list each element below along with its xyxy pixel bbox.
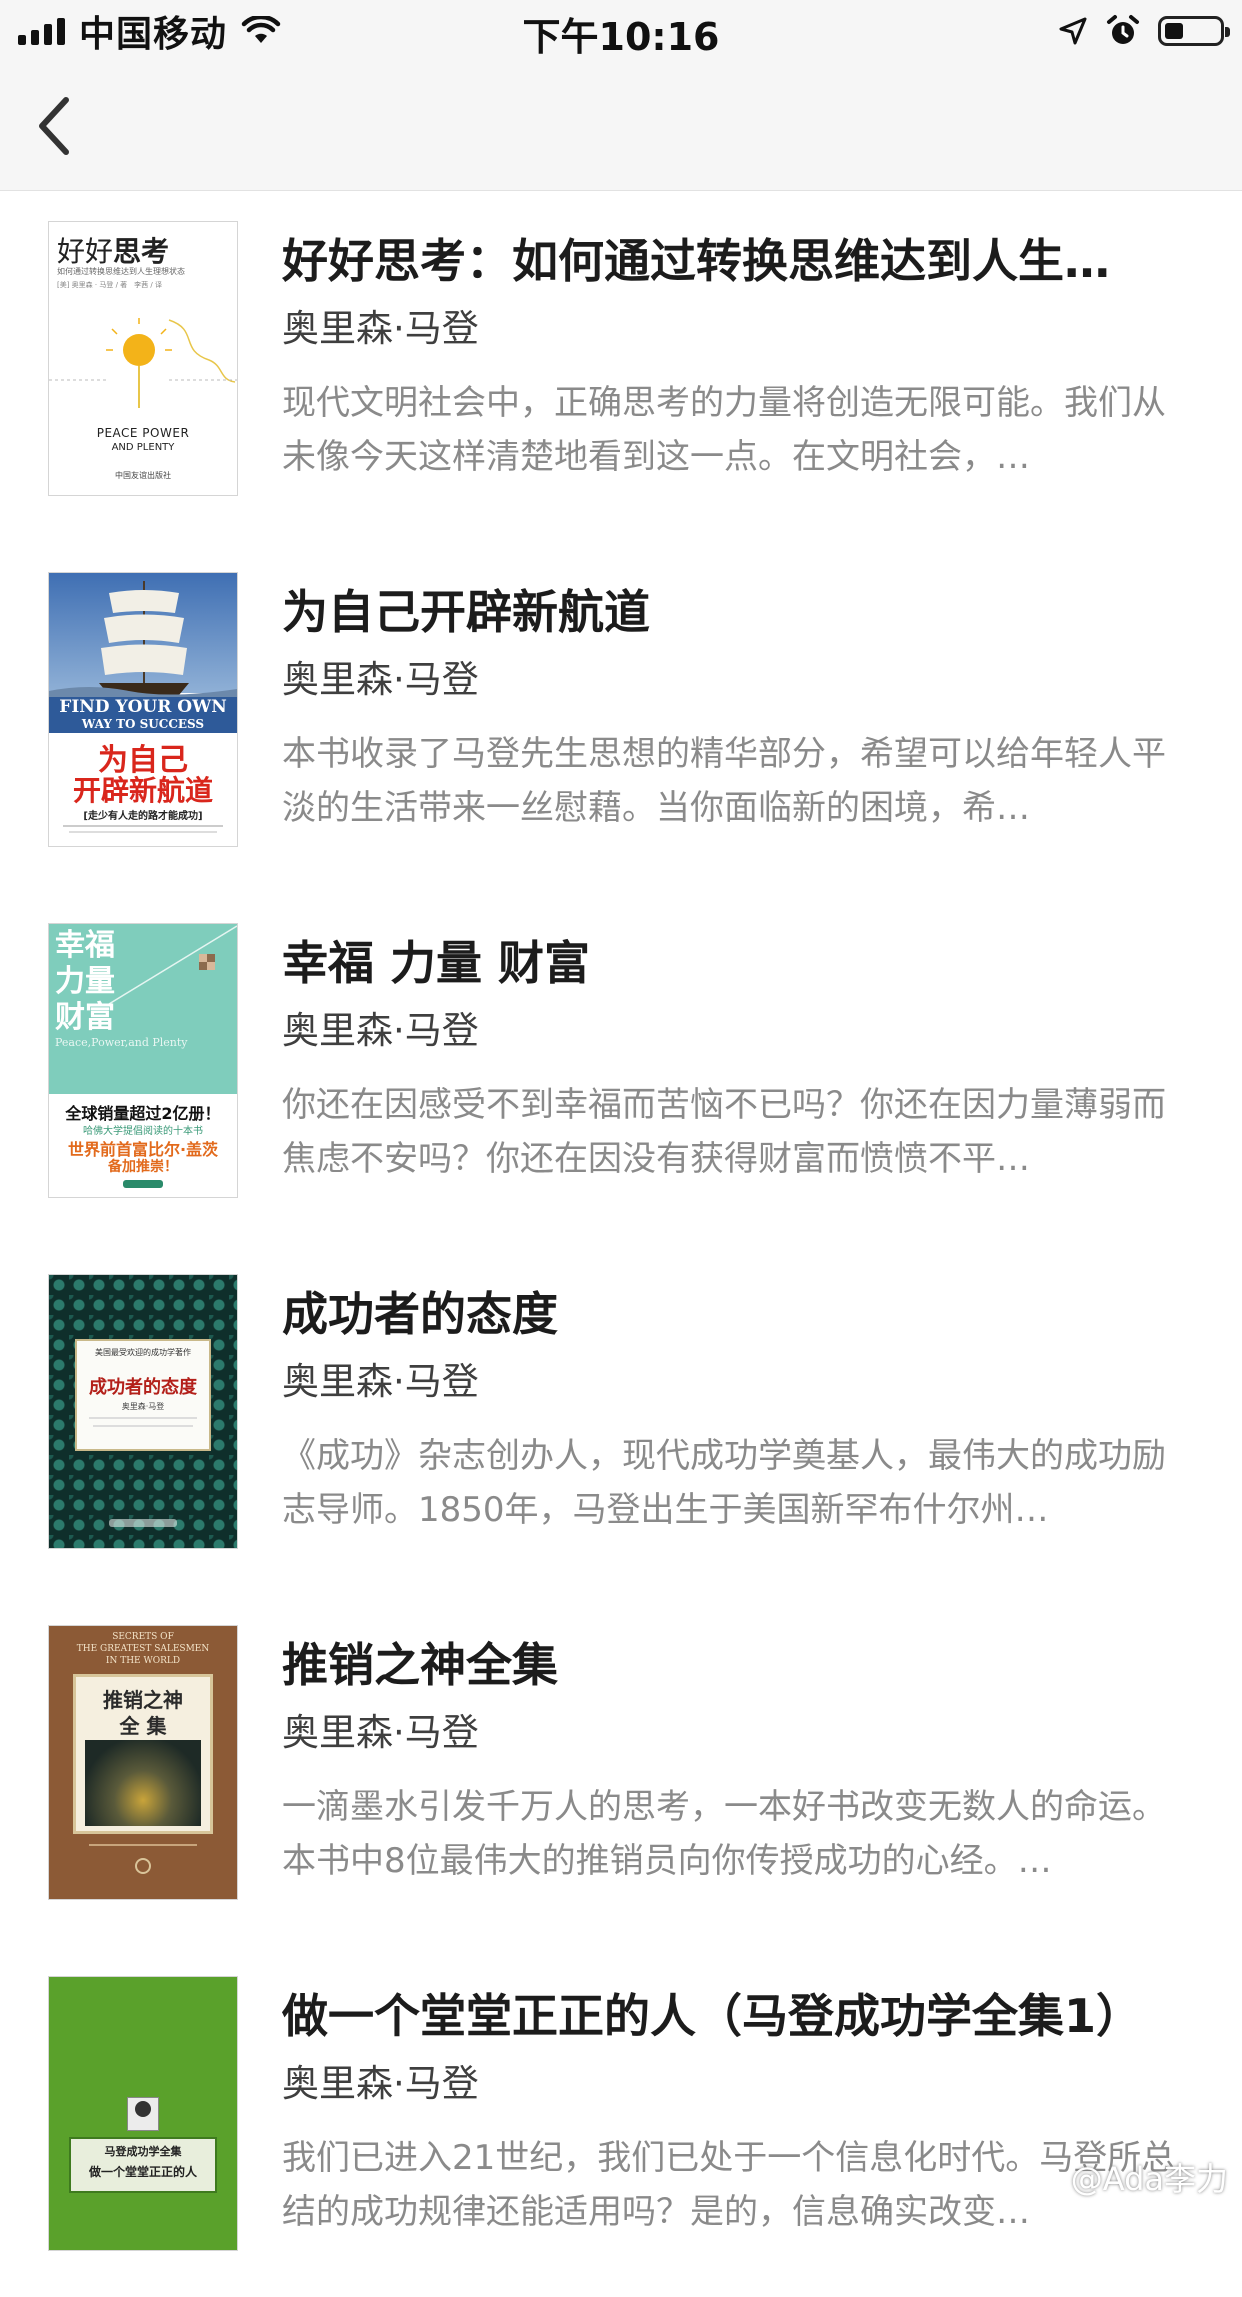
book-item[interactable]: 马登成功学全集 做一个堂堂正正的人 做一个堂堂正正的人（马登成功学全集1） 奥里…: [0, 1946, 1242, 2297]
book-title: 成功者的态度: [282, 1287, 558, 1341]
top-bar: 中国移动 下午10:16: [0, 0, 1242, 191]
book-author: 奥里森·马登: [282, 307, 479, 350]
alarm-clock-icon: [1107, 15, 1139, 44]
book-description: 我们已进入21世纪，我们已处于一个信息化时代。马登所总结的成功规律还能适用吗？是…: [282, 2138, 1176, 2232]
book-item[interactable]: SECRETS OF THE GREATEST SALESMEN IN THE …: [0, 1595, 1242, 1946]
book-title: 好好思考：如何通过转换思维达到人生…: [282, 234, 1110, 288]
book-cover: 马登成功学全集 做一个堂堂正正的人: [48, 1976, 238, 2251]
chevron-left-icon: [39, 97, 69, 155]
book-title: 做一个堂堂正正的人（马登成功学全集1）: [282, 1989, 1143, 2043]
book-author: 奥里森·马登: [282, 2062, 479, 2105]
book-cover: FIND YOUR OWN WAY TO SUCCESS 为自己 开辟新航道 […: [48, 572, 238, 847]
book-description: 本书收录了马登先生思想的精华部分，希望可以给年轻人平淡的生活带来一丝慰藉。当你面…: [282, 734, 1166, 828]
battery-icon: [1158, 16, 1230, 46]
book-item[interactable]: 美国最受欢迎的成功学著作 成功者的态度 奥里森·马登 成功者的态度 奥里森·马登…: [0, 1244, 1242, 1595]
location-arrow-icon: [1059, 17, 1087, 45]
book-description: 一滴墨水引发千万人的思考，一本好书改变无数人的命运。本书中8位最伟大的推销员向你…: [282, 1787, 1166, 1881]
watermark: @Ada李力: [1070, 2160, 1228, 2198]
book-description: 现代文明社会中，正确思考的力量将创造无限可能。我们从未像今天这样清楚地看到这一点…: [282, 383, 1166, 477]
book-description: 《成功》杂志创办人，现代成功学奠基人，最伟大的成功励志导师。1850年，马登出生…: [282, 1436, 1166, 1530]
book-item[interactable]: 幸福 力量 财富 Peace,Power,and Plenty 全球销量超过2亿册！…: [0, 893, 1242, 1244]
book-author: 奥里森·马登: [282, 1711, 479, 1754]
book-description: 你还在因感受不到幸福而苦恼不已吗？你还在因力量薄弱而焦虑不安吗？你还在因没有获得…: [282, 1085, 1166, 1179]
status-time: 下午10:16: [522, 15, 720, 59]
book-list: 好好思考 如何通过转换思维达到人生理想状态 [美] 奥里森 · 马登 / 著 李…: [0, 191, 1242, 2297]
book-cover: 好好思考 如何通过转换思维达到人生理想状态 [美] 奥里森 · 马登 / 著 李…: [48, 221, 238, 496]
book-cover: 美国最受欢迎的成功学著作 成功者的态度 奥里森·马登: [48, 1274, 238, 1549]
back-button[interactable]: [24, 88, 84, 164]
book-cover: 幸福 力量 财富 Peace,Power,and Plenty 全球销量超过2亿册！…: [48, 923, 238, 1198]
book-item[interactable]: 好好思考 如何通过转换思维达到人生理想状态 [美] 奥里森 · 马登 / 著 李…: [0, 191, 1242, 542]
book-title: 推销之神全集: [282, 1638, 558, 1692]
book-item[interactable]: FIND YOUR OWN WAY TO SUCCESS 为自己 开辟新航道 […: [0, 542, 1242, 893]
book-author: 奥里森·马登: [282, 1360, 479, 1403]
book-author: 奥里森·马登: [282, 1009, 479, 1052]
status-bar-right: [1058, 8, 1230, 54]
book-title: 幸福 力量 财富: [282, 936, 591, 990]
book-title: 为自己开辟新航道: [282, 585, 650, 639]
book-author: 奥里森·马登: [282, 658, 479, 701]
book-cover: SECRETS OF THE GREATEST SALESMEN IN THE …: [48, 1625, 238, 1900]
